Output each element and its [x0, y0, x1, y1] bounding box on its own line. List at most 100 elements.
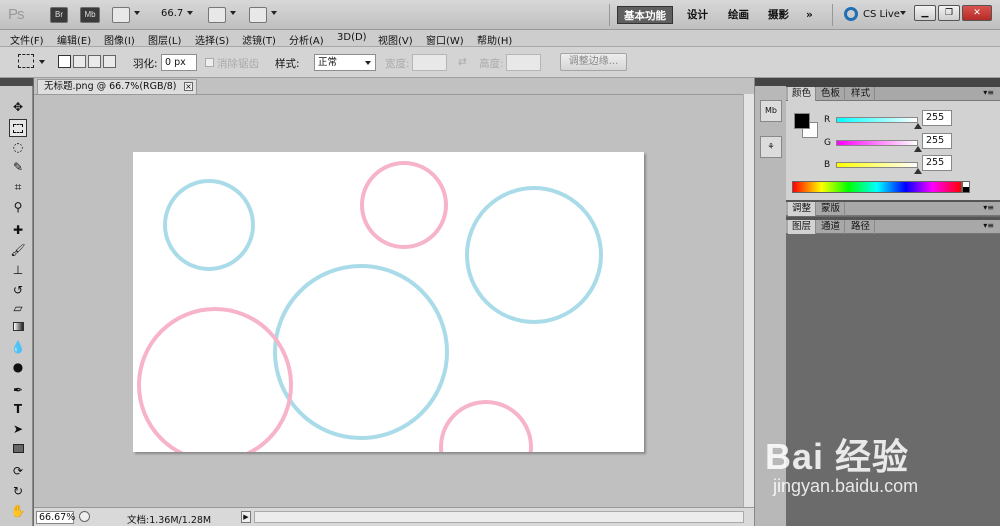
chevron-down-icon[interactable] — [230, 11, 236, 15]
move-tool-icon[interactable]: ✥ — [9, 98, 27, 116]
panel-menu-icon[interactable]: ▾≡ — [983, 203, 994, 212]
eraser-tool-icon[interactable]: ▱ — [9, 299, 27, 317]
type-tool-icon[interactable]: T — [9, 400, 27, 418]
blue-slider[interactable] — [836, 162, 918, 168]
horizontal-scrollbar[interactable] — [254, 511, 744, 523]
workspace-design-button[interactable]: 设计 — [681, 6, 714, 24]
panel-menu-icon[interactable]: ▾≡ — [983, 88, 994, 97]
style-select[interactable]: 正常 — [314, 54, 376, 71]
width-input[interactable] — [412, 54, 447, 71]
feather-input[interactable]: 0 px — [161, 54, 197, 71]
tab-paths[interactable]: 路径 — [847, 220, 876, 234]
rectangle-shape-tool-icon[interactable] — [9, 440, 27, 458]
red-value[interactable]: 255 — [922, 110, 952, 126]
black-white-ramp[interactable] — [962, 181, 970, 193]
screen-mode-icon[interactable] — [249, 7, 267, 23]
3d-rotate-tool-icon[interactable]: ⟳ — [9, 462, 27, 480]
new-selection-icon[interactable] — [58, 55, 71, 68]
height-input[interactable] — [506, 54, 541, 71]
blue-value[interactable]: 255 — [922, 155, 952, 171]
close-icon[interactable]: ✕ — [962, 5, 992, 21]
clone-source-panel-icon[interactable]: ⚘ — [760, 136, 782, 158]
healing-brush-tool-icon[interactable]: ✚ — [9, 221, 27, 239]
workspace-photography-button[interactable]: 摄影 — [762, 6, 795, 24]
menu-file[interactable]: 文件(F) — [10, 32, 44, 47]
green-slider-thumb[interactable] — [914, 146, 922, 152]
zoom-level[interactable]: 66.7 — [161, 8, 183, 19]
blue-slider-thumb[interactable] — [914, 168, 922, 174]
tools-panel-header[interactable] — [0, 78, 33, 86]
chevron-down-icon[interactable] — [134, 11, 140, 15]
chevron-down-icon[interactable] — [39, 60, 45, 64]
status-icon[interactable] — [79, 511, 90, 522]
intersect-selection-icon[interactable] — [103, 55, 116, 68]
workspace-essentials-button[interactable]: 基本功能 — [617, 6, 673, 24]
chevron-down-icon[interactable] — [271, 11, 277, 15]
menu-help[interactable]: 帮助(H) — [477, 32, 512, 47]
add-to-selection-icon[interactable] — [73, 55, 86, 68]
zoom-status-field[interactable]: 66.67% — [36, 511, 75, 524]
dodge-tool-icon[interactable]: ● — [9, 358, 27, 376]
cs-live-icon[interactable] — [844, 7, 858, 21]
3d-orbit-tool-icon[interactable]: ↻ — [9, 482, 27, 500]
foreground-color-swatch[interactable] — [794, 113, 810, 129]
green-value[interactable]: 255 — [922, 133, 952, 149]
menu-analysis[interactable]: 分析(A) — [289, 32, 324, 47]
tab-styles[interactable]: 样式 — [847, 87, 876, 101]
dock-header[interactable] — [755, 78, 787, 86]
tab-layers[interactable]: 图层 — [788, 220, 817, 234]
history-brush-tool-icon[interactable]: ↺ — [9, 281, 27, 299]
clone-stamp-tool-icon[interactable]: ⊥ — [9, 261, 27, 279]
mini-bridge-button[interactable]: Mb — [80, 7, 100, 23]
rectangular-marquee-tool-icon[interactable] — [9, 119, 27, 137]
minimize-icon[interactable]: ▁ — [914, 5, 936, 21]
tab-channels[interactable]: 通道 — [817, 220, 846, 234]
menu-layer[interactable]: 图层(L) — [148, 32, 181, 47]
pen-tool-icon[interactable]: ✒ — [9, 381, 27, 399]
chevron-down-icon[interactable] — [187, 11, 193, 15]
swap-icon[interactable]: ⇄ — [458, 56, 467, 68]
mini-bridge-panel-icon[interactable]: Mb — [760, 100, 782, 122]
view-extras-icon[interactable] — [112, 7, 130, 23]
status-menu-arrow-icon[interactable]: ▶ — [241, 511, 251, 523]
red-slider-thumb[interactable] — [914, 123, 922, 129]
menu-filter[interactable]: 滤镜(T) — [242, 32, 276, 47]
image-canvas[interactable] — [133, 152, 644, 452]
subtract-from-selection-icon[interactable] — [88, 55, 101, 68]
tab-adjustments[interactable]: 调整 — [788, 202, 817, 216]
eyedropper-tool-icon[interactable]: ⚲ — [9, 198, 27, 216]
brush-tool-icon[interactable]: 🖌 — [9, 241, 27, 259]
panel-menu-icon[interactable]: ▾≡ — [983, 221, 994, 230]
restore-icon[interactable]: ❐ — [938, 5, 960, 21]
bridge-button[interactable]: Br — [50, 7, 68, 23]
menu-select[interactable]: 选择(S) — [195, 32, 229, 47]
tab-color[interactable]: 颜色 — [788, 87, 817, 101]
red-slider[interactable] — [836, 117, 918, 123]
crop-tool-icon[interactable]: ⌗ — [9, 178, 27, 196]
marquee-preset-icon[interactable] — [18, 54, 34, 68]
menu-edit[interactable]: 编辑(E) — [57, 32, 91, 47]
green-slider[interactable] — [836, 140, 918, 146]
menu-3d[interactable]: 3D(D) — [337, 32, 367, 43]
antialias-checkbox[interactable] — [205, 58, 214, 67]
refine-edge-button[interactable]: 调整边缘... — [560, 53, 627, 71]
workspace-painting-button[interactable]: 绘画 — [722, 6, 755, 24]
path-selection-tool-icon[interactable]: ➤ — [9, 420, 27, 438]
cs-live-label[interactable]: CS Live — [863, 9, 900, 20]
panel-group-header[interactable] — [786, 78, 1000, 87]
arrange-documents-icon[interactable] — [208, 7, 226, 23]
tab-swatches[interactable]: 色板 — [817, 87, 846, 101]
quick-selection-tool-icon[interactable]: ✎ — [9, 158, 27, 176]
blur-tool-icon[interactable]: 💧 — [9, 338, 27, 356]
color-spectrum-bar[interactable] — [792, 181, 962, 193]
menu-image[interactable]: 图像(I) — [104, 32, 135, 47]
tab-masks[interactable]: 蒙版 — [817, 202, 846, 216]
hand-tool-icon[interactable]: ✋ — [9, 502, 27, 520]
lasso-tool-icon[interactable]: ◌ — [9, 138, 27, 156]
chevron-down-icon[interactable] — [900, 11, 906, 15]
menu-view[interactable]: 视图(V) — [378, 32, 413, 47]
menu-window[interactable]: 窗口(W) — [426, 32, 464, 47]
gradient-tool-icon[interactable] — [9, 318, 27, 336]
close-icon[interactable]: × — [184, 82, 193, 91]
more-workspaces-button[interactable]: » — [800, 6, 819, 24]
